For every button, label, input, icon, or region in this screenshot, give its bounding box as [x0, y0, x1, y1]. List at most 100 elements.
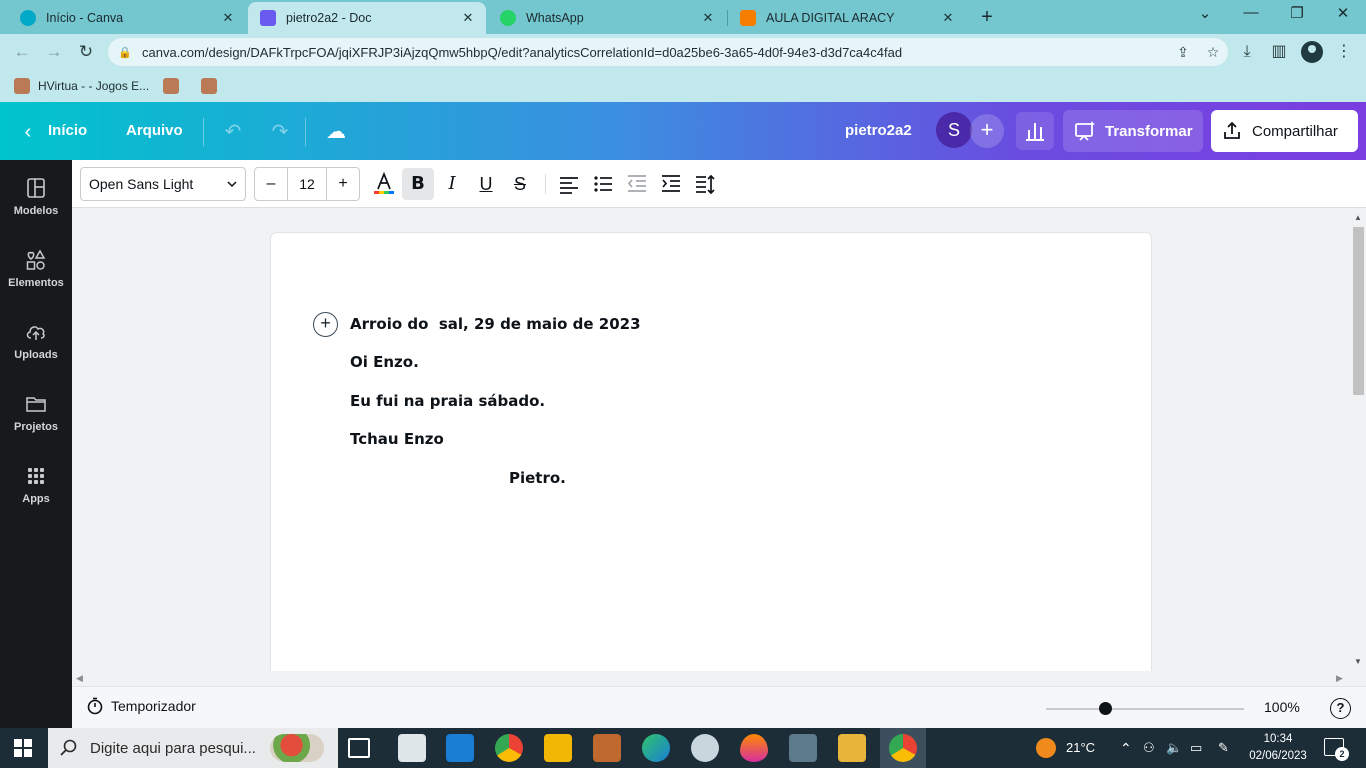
doc-line-farewell[interactable]: Tchau Enzo [350, 430, 444, 448]
taskbar-clock[interactable]: 10:34 02/06/2023 [1248, 731, 1308, 765]
text-color-button[interactable] [368, 168, 400, 200]
scroll-up-arrow-icon[interactable]: ▲ [1354, 213, 1362, 222]
rail-item-modelos[interactable]: Modelos [0, 177, 72, 239]
transform-button[interactable]: Transformar [1063, 110, 1203, 152]
tab-pietro-doc[interactable]: pietro2a2 - Doc ✕ [248, 2, 486, 34]
share-button[interactable]: Compartilhar [1211, 110, 1358, 152]
add-collaborator-icon[interactable]: + [970, 114, 1004, 148]
close-tab-icon[interactable]: ✕ [700, 10, 716, 26]
bookmark-2[interactable] [163, 78, 187, 94]
file-explorer-icon[interactable] [838, 734, 866, 762]
display-tray-icon[interactable]: ▭ [1190, 728, 1202, 768]
omnibox[interactable]: 🔒 canva.com/design/DAFkTrpcFOA/jqiXFRJP3… [108, 38, 1228, 66]
document-title[interactable]: pietro2a2 [845, 102, 912, 160]
bookmark-3[interactable] [201, 78, 225, 94]
vertical-scrollbar[interactable]: ▲ ▼ [1352, 209, 1366, 671]
network-tray-icon[interactable]: ⚇ [1143, 728, 1155, 768]
font-family-dropdown[interactable]: Open Sans Light [80, 167, 246, 201]
photos-app-icon[interactable] [398, 734, 426, 762]
doc-line-body[interactable]: Eu fui na praia sábado. [350, 392, 545, 410]
chrome-app-icon[interactable] [495, 734, 523, 762]
scroll-right-arrow-icon[interactable]: ▶ [1336, 673, 1343, 684]
help-icon[interactable]: ? [1330, 698, 1351, 719]
bullet-list-button[interactable] [587, 168, 619, 200]
zoom-percentage[interactable]: 100% [1264, 699, 1300, 715]
horizontal-scrollbar[interactable]: ◀ ▶ [72, 671, 1352, 686]
file-menu[interactable]: Arquivo [126, 102, 183, 160]
doc-line-date[interactable]: Arroio do sal, 29 de maio de 2023 [350, 315, 641, 333]
scroll-down-arrow-icon[interactable]: ▼ [1354, 657, 1362, 666]
rail-item-projetos[interactable]: Projetos [0, 393, 72, 455]
share-page-icon[interactable]: ⇪ [1168, 44, 1198, 61]
scrollbar-thumb[interactable] [1353, 227, 1364, 395]
taskbar-search-box[interactable]: Digite aqui para pesqui... [48, 728, 338, 768]
bold-button[interactable]: B [402, 168, 434, 200]
undo-icon[interactable]: ↶ [221, 120, 245, 144]
film-app-icon[interactable] [789, 734, 817, 762]
strikethrough-button[interactable]: S [504, 168, 536, 200]
zoom-slider-track[interactable] [1046, 708, 1244, 710]
font-size-input[interactable]: 12 [287, 168, 327, 200]
pen-tray-icon[interactable]: ✎ [1218, 728, 1229, 768]
redo-icon[interactable]: ↷ [268, 120, 292, 144]
edge-app-icon[interactable] [642, 734, 670, 762]
restore-icon[interactable]: ❐ [1282, 4, 1312, 22]
indent-button[interactable] [655, 168, 687, 200]
italic-button[interactable]: I [436, 168, 468, 200]
tab-whatsapp[interactable]: WhatsApp ✕ [488, 2, 726, 34]
outdent-button[interactable] [621, 168, 653, 200]
home-link[interactable]: Início [48, 102, 87, 160]
tab-search-chevron-icon[interactable]: ⌄ [1190, 4, 1220, 22]
ink-app-icon[interactable] [740, 734, 768, 762]
profile-avatar-icon[interactable] [1301, 41, 1323, 63]
paint-app-icon[interactable] [593, 734, 621, 762]
tab-inicio-canva[interactable]: Início - Canva ✕ [8, 2, 246, 34]
doc-line-greeting[interactable]: Oi Enzo. [350, 353, 419, 371]
tray-chevron-up-icon[interactable]: ⌃ [1120, 728, 1132, 768]
tab-aula-digital[interactable]: AULA DIGITAL ARACY ✕ [728, 2, 966, 34]
rail-item-uploads[interactable]: Uploads [0, 321, 72, 383]
user-avatar[interactable]: S [936, 112, 972, 148]
paint3d-app-icon[interactable] [691, 734, 719, 762]
task-view-icon[interactable] [348, 738, 370, 758]
lock-icon[interactable]: 🔒 [118, 46, 132, 59]
notification-center-icon[interactable]: 2 [1324, 738, 1349, 761]
new-tab-button[interactable]: + [976, 6, 998, 29]
rail-item-elementos[interactable]: Elementos [0, 249, 72, 311]
download-icon[interactable]: ⤓ [1236, 42, 1258, 62]
bookmark-star-icon[interactable]: ☆ [1198, 44, 1228, 61]
browser-menu-icon[interactable]: ⋮ [1333, 42, 1355, 62]
back-arrow-icon[interactable]: ← [11, 41, 33, 63]
close-tab-icon[interactable]: ✕ [460, 10, 476, 26]
volume-tray-icon[interactable]: 🔈 [1166, 728, 1182, 768]
underline-button[interactable]: U [470, 168, 502, 200]
cloud-saved-icon[interactable]: ☁ [324, 120, 348, 144]
close-window-icon[interactable]: ✕ [1328, 4, 1358, 22]
chrome-active-window[interactable] [880, 728, 926, 768]
side-panel-icon[interactable]: ▥ [1268, 42, 1290, 62]
zoom-slider-knob[interactable] [1099, 702, 1113, 715]
minimize-icon[interactable]: — [1236, 4, 1266, 21]
mail-app-icon[interactable] [446, 734, 474, 762]
line-spacing-button[interactable] [689, 168, 721, 200]
insights-chart-button[interactable] [1016, 112, 1054, 150]
close-tab-icon[interactable]: ✕ [220, 10, 236, 26]
chevron-left-icon[interactable]: ‹ [16, 120, 40, 144]
url-text[interactable]: canva.com/design/DAFkTrpcFOA/jqiXFRJP3iA… [142, 45, 1168, 60]
doc-line-signature[interactable]: Pietro. [509, 469, 566, 487]
close-tab-icon[interactable]: ✕ [940, 10, 956, 26]
forward-arrow-icon[interactable]: → [43, 41, 65, 63]
add-element-plus-icon[interactable]: + [313, 312, 338, 337]
bookmark-hvirtua[interactable]: HVirtua - - Jogos E... [14, 78, 149, 94]
scroll-left-arrow-icon[interactable]: ◀ [76, 673, 83, 684]
reload-icon[interactable]: ↻ [75, 41, 97, 63]
rail-item-apps[interactable]: Apps [0, 465, 72, 527]
store-app-icon[interactable] [544, 734, 572, 762]
weather-temp[interactable]: 21°C [1066, 728, 1095, 768]
decrease-size-button[interactable]: – [255, 168, 287, 200]
document-page[interactable]: + Arroio do sal, 29 de maio de 2023 Oi E… [271, 233, 1151, 671]
increase-size-button[interactable]: + [327, 168, 359, 200]
windows-start-icon[interactable] [14, 739, 32, 757]
timer-button[interactable]: Temporizador [86, 697, 196, 715]
align-left-button[interactable] [553, 168, 585, 200]
